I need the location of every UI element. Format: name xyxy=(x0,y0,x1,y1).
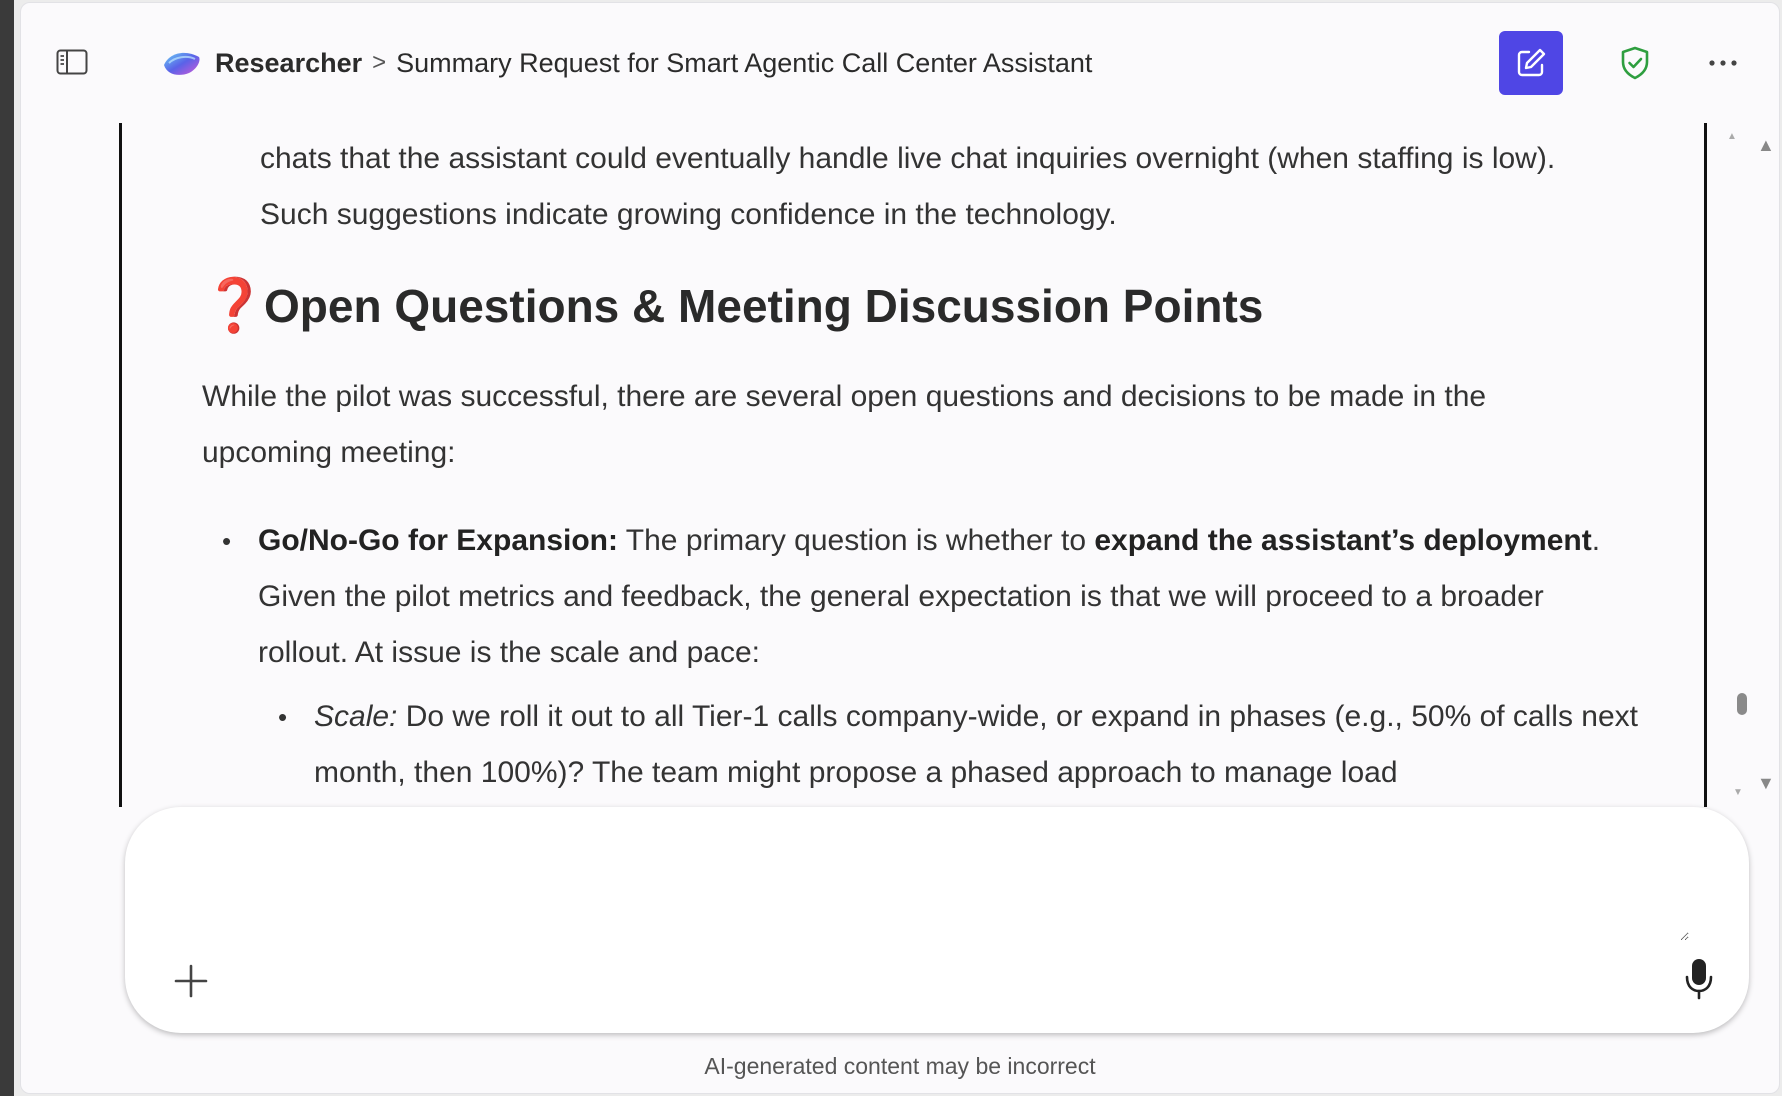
chevron-right-icon: > xyxy=(372,49,387,76)
bullet-emphasis: expand the assistant’s deployment xyxy=(1094,524,1592,557)
sub-bullet-label: Scale: xyxy=(314,700,398,733)
protection-shield-button[interactable] xyxy=(1615,43,1655,83)
scrollbar-thumb[interactable] xyxy=(1737,693,1747,715)
app-window: Researcher > Summary Request for Smart A… xyxy=(14,0,1782,1096)
bullet-dot: • xyxy=(222,526,232,556)
list-item: • Scale: Do we roll it out to all Tier-1… xyxy=(258,689,1638,801)
microphone-button[interactable] xyxy=(1679,953,1719,1005)
microphone-icon xyxy=(1685,959,1713,1000)
chat-panel: Researcher > Summary Request for Smart A… xyxy=(20,2,1780,1094)
section-heading-text: Open Questions & Meeting Discussion Poin… xyxy=(264,279,1264,332)
researcher-logo-icon xyxy=(161,45,205,81)
bullet-dot: • xyxy=(278,702,288,732)
plus-icon xyxy=(174,964,208,998)
question-mark-icon: ❓ xyxy=(202,277,267,335)
add-attachment-button[interactable] xyxy=(167,957,215,1005)
scroll-down-icon[interactable]: ▼ xyxy=(1757,773,1775,794)
bullet-label: Go/No-Go for Expansion: xyxy=(258,524,618,557)
message-input[interactable] xyxy=(185,837,1689,941)
section-heading: ❓ Open Questions & Meeting Discussion Po… xyxy=(202,275,1263,336)
scroll-up-icon[interactable]: ▲ xyxy=(1757,135,1775,156)
scroll-up-small-icon[interactable]: ▲ xyxy=(1727,131,1737,142)
list-item: • Go/No-Go for Expansion: The primary qu… xyxy=(202,513,1622,681)
header: Researcher > Summary Request for Smart A… xyxy=(21,3,1779,123)
compose-icon xyxy=(1517,48,1546,77)
conversation-title[interactable]: Summary Request for Smart Agentic Call C… xyxy=(396,48,1092,79)
ai-disclaimer: AI-generated content may be incorrect xyxy=(704,1053,1096,1079)
bullet-text: The primary question is whether to xyxy=(618,524,1095,557)
intro-paragraph: While the pilot was successful, there ar… xyxy=(202,380,1487,469)
sidebar-toggle-icon[interactable] xyxy=(53,45,91,79)
scroll-down-small-icon[interactable]: ▼ xyxy=(1733,787,1743,798)
breadcrumb: Researcher > Summary Request for Smart A… xyxy=(161,43,1092,83)
new-chat-button[interactable] xyxy=(1499,31,1563,95)
shield-check-icon xyxy=(1621,46,1649,80)
sub-bullet-text: Do we roll it out to all Tier-1 calls co… xyxy=(314,700,1638,789)
more-options-button[interactable] xyxy=(1701,43,1745,83)
more-horizontal-icon xyxy=(1709,60,1737,66)
response-content: chats that the assistant could eventuall… xyxy=(119,123,1707,807)
continued-paragraph: chats that the assistant could eventuall… xyxy=(260,142,1556,231)
message-composer xyxy=(125,807,1749,1033)
app-name-link[interactable]: Researcher xyxy=(215,48,362,79)
